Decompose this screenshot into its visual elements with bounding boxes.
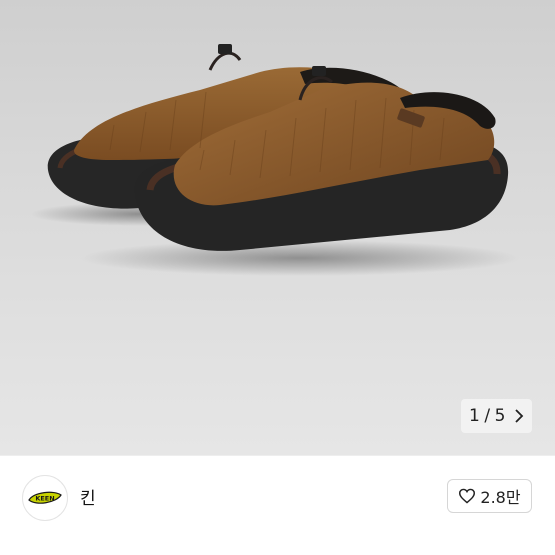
product-image: [30, 44, 520, 276]
svg-text:KEEN: KEEN: [35, 495, 54, 503]
pager-separator: /: [484, 406, 491, 426]
image-pager[interactable]: 1 / 5: [461, 399, 532, 433]
brand-name[interactable]: 킨: [80, 484, 96, 509]
heart-outline-icon: [458, 488, 476, 504]
pager-current: 1: [469, 406, 481, 426]
follow-count: 2.8만: [480, 488, 521, 507]
chevron-right-icon[interactable]: [514, 409, 524, 423]
product-image-gallery[interactable]: 1 / 5: [0, 0, 555, 455]
keen-logo-icon: KEEN: [28, 491, 62, 504]
brand-logo[interactable]: KEEN: [22, 475, 68, 521]
follow-button[interactable]: 2.8만: [447, 479, 532, 513]
pager-total: 5: [494, 406, 506, 426]
